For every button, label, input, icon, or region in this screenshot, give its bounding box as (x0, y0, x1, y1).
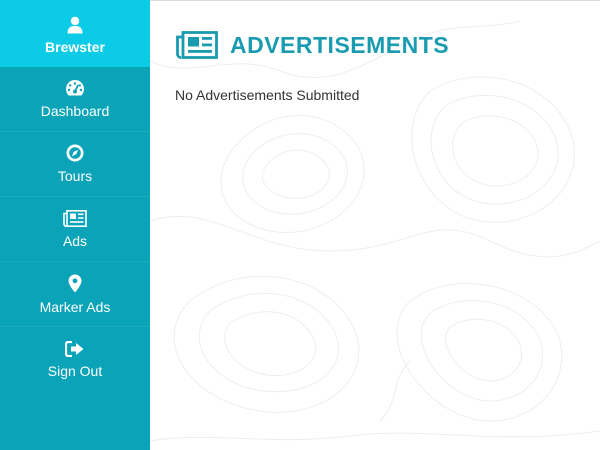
topographic-background (150, 20, 600, 442)
sidebar-item-ads[interactable]: Ads (0, 197, 150, 262)
page-header: ADVERTISEMENTS (176, 31, 449, 59)
user-name: Brewster (45, 39, 105, 55)
main-content: ADVERTISEMENTS No Advertisements Submitt… (150, 0, 600, 450)
sidebar-item-sign-out[interactable]: Sign Out (0, 327, 150, 392)
sidebar-item-label: Tours (57, 168, 93, 184)
sidebar-item-tours[interactable]: Tours (0, 132, 150, 197)
sidebar-item-label: Marker Ads (39, 298, 111, 315)
sign-out-icon (65, 340, 84, 357)
sidebar-item-label: Ads (62, 232, 88, 249)
sidebar-item-dashboard[interactable]: Dashboard (0, 67, 150, 132)
speedometer-icon (66, 80, 84, 96)
sidebar-item-label: Sign Out (47, 362, 103, 379)
newspaper-icon (176, 31, 218, 59)
sidebar-item-marker-ads[interactable]: Marker Ads (0, 262, 150, 327)
map-marker-icon (68, 274, 82, 292)
sidebar-item-label: Dashboard (40, 103, 110, 119)
page-title: ADVERTISEMENTS (230, 31, 450, 58)
compass-icon (66, 144, 84, 162)
sidebar: Brewster Dashboard Tours Ads Marker Ads … (0, 0, 150, 450)
newspaper-icon (63, 209, 87, 227)
empty-state-message: No Advertisements Submitted (175, 87, 360, 103)
user-icon (67, 16, 83, 34)
user-profile[interactable]: Brewster (0, 0, 150, 67)
